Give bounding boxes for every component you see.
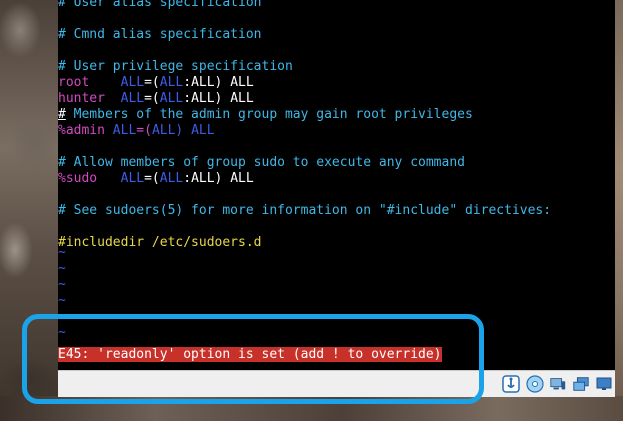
display-icon[interactable] [595, 375, 613, 393]
rule-rest: :ALL) ALL [183, 171, 254, 186]
usb-icon[interactable] [502, 375, 520, 393]
comment-allow-sudo: # Allow members of group sudo to execute… [58, 155, 465, 170]
empty-line-tilde: ~ [58, 277, 66, 292]
comment-admin-text: Members of the admin group may gain root… [65, 107, 473, 122]
user-root: root [58, 75, 90, 90]
group-admin: %admin [58, 123, 105, 138]
keyword-all: ALL [120, 75, 145, 90]
desktop-wallpaper-right [615, 0, 623, 421]
keyword-all: ALL [120, 91, 145, 106]
comment-cmnd-alias: # Cmnd alias specification [58, 27, 262, 42]
keyword-all: ALL [151, 123, 176, 138]
group-sudo: %sudo [58, 171, 98, 186]
rule-hunter: hunter ALL=(ALL:ALL) ALL [58, 91, 254, 107]
comment-user-privilege: # User privilege specification [58, 59, 293, 74]
comment-admin-group: # Members of the admin group may gain ro… [58, 107, 473, 123]
empty-line-tilde: ~ [58, 293, 66, 308]
equals-paren: =( [144, 91, 160, 106]
keyword-all: ALL [112, 123, 137, 138]
rule-admin: %admin ALL=(ALL) ALL [58, 123, 215, 139]
rule-sudo: %sudo ALL=(ALL:ALL) ALL [58, 171, 254, 187]
empty-line-tilde: ~ [58, 245, 66, 260]
keyword-all: ALL [159, 75, 184, 90]
keyword-all: ALL [159, 91, 184, 106]
comment-see-sudoers: # See sudoers(5) for more information on… [58, 203, 552, 218]
comment-user-alias: # User alias specification [58, 0, 262, 10]
keyword-all: ALL [159, 171, 184, 186]
rule-rest: ) ALL [175, 123, 215, 138]
annotation-highlight-box [22, 314, 484, 404]
optical-disc-icon[interactable] [526, 375, 544, 393]
rule-rest: :ALL) ALL [183, 91, 254, 106]
equals-paren: =( [144, 75, 160, 90]
rule-rest: :ALL) ALL [183, 75, 254, 90]
text-cursor: # [58, 107, 66, 122]
shared-folder-icon[interactable] [572, 375, 590, 393]
empty-line-tilde: ~ [58, 261, 66, 276]
keyword-all: ALL [120, 171, 145, 186]
equals-paren: =( [144, 171, 160, 186]
user-hunter: hunter [58, 91, 105, 106]
equals-paren: =( [136, 123, 152, 138]
directive-includedir: #includedir /etc/sudoers.d [58, 235, 262, 250]
rule-root: root ALL=(ALL:ALL) ALL [58, 75, 254, 91]
network-icon[interactable] [549, 375, 567, 393]
